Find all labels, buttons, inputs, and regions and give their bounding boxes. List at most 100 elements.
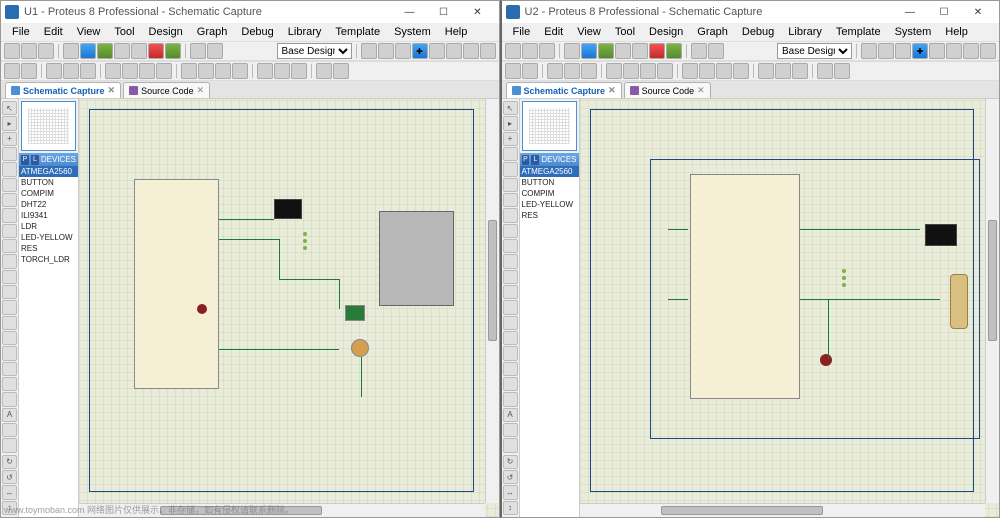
menu-system[interactable]: System xyxy=(387,25,438,39)
print-icon[interactable] xyxy=(691,43,707,59)
menu-library[interactable]: Library xyxy=(281,25,329,39)
zoom-in-icon[interactable] xyxy=(429,43,445,59)
cut-icon[interactable] xyxy=(46,63,62,79)
graph-mode-icon[interactable] xyxy=(2,239,17,253)
minimize-button[interactable]: — xyxy=(393,2,427,22)
titlebar[interactable]: U2 - Proteus 8 Professional - Schematic … xyxy=(502,1,1000,23)
subcircuit-mode-icon[interactable] xyxy=(2,193,17,207)
arc-2d-icon[interactable] xyxy=(2,377,17,391)
zoom-area-icon[interactable] xyxy=(980,43,996,59)
cut-icon[interactable] xyxy=(547,63,563,79)
origin-icon[interactable] xyxy=(395,43,411,59)
pin-mode-icon[interactable] xyxy=(503,224,518,238)
text-mode-icon[interactable] xyxy=(2,162,17,176)
text-2d-icon[interactable]: A xyxy=(503,408,518,422)
wire-auto-icon[interactable] xyxy=(758,63,774,79)
select-mode-icon[interactable]: ↖ xyxy=(2,101,17,115)
led-component[interactable] xyxy=(303,246,307,250)
oled-component[interactable] xyxy=(925,224,957,246)
path-2d-icon[interactable] xyxy=(503,392,518,406)
undo-icon[interactable] xyxy=(505,63,521,79)
device-item[interactable]: RES xyxy=(520,210,579,221)
zoom-area-icon[interactable] xyxy=(480,43,496,59)
block-rotate-icon[interactable] xyxy=(640,63,656,79)
instruments-icon[interactable] xyxy=(2,316,17,330)
rotate-ccw-icon[interactable]: ↺ xyxy=(503,470,518,484)
package-icon[interactable] xyxy=(716,63,732,79)
overview-panel[interactable] xyxy=(21,101,76,151)
3d-icon[interactable] xyxy=(114,43,130,59)
menu-edit[interactable]: Edit xyxy=(537,25,570,39)
arc-2d-icon[interactable] xyxy=(503,377,518,391)
zoom-fit-icon[interactable] xyxy=(463,43,479,59)
open-file-icon[interactable] xyxy=(522,43,538,59)
block-delete-icon[interactable] xyxy=(657,63,673,79)
pick-device-button[interactable]: P xyxy=(21,155,29,165)
make-icon[interactable] xyxy=(198,63,214,79)
property-icon[interactable] xyxy=(792,63,808,79)
rotate-ccw-icon[interactable]: ↺ xyxy=(2,470,17,484)
bom-icon[interactable] xyxy=(649,43,665,59)
minimize-button[interactable]: — xyxy=(893,2,927,22)
junction-mode-icon[interactable]: + xyxy=(2,132,17,146)
device-item[interactable]: LDR xyxy=(19,221,78,232)
mirror-v-icon[interactable]: ↕ xyxy=(2,501,17,515)
gerber-icon[interactable] xyxy=(632,43,648,59)
rotate-cw-icon[interactable]: ↻ xyxy=(2,455,17,469)
horizontal-scrollbar[interactable] xyxy=(580,503,986,517)
junction-mode-icon[interactable]: + xyxy=(503,132,518,146)
menu-edit[interactable]: Edit xyxy=(37,25,70,39)
pcb-icon[interactable] xyxy=(97,43,113,59)
menu-view[interactable]: View xyxy=(570,25,608,39)
atmega2560-component[interactable] xyxy=(690,174,800,399)
device-item[interactable]: RES xyxy=(19,243,78,254)
circle-2d-icon[interactable] xyxy=(503,362,518,376)
menu-template[interactable]: Template xyxy=(829,25,888,39)
menu-graph[interactable]: Graph xyxy=(190,25,235,39)
box-2d-icon[interactable] xyxy=(2,346,17,360)
block-rotate-icon[interactable] xyxy=(139,63,155,79)
menu-system[interactable]: System xyxy=(888,25,939,39)
graph-mode-icon[interactable] xyxy=(503,239,518,253)
led-component[interactable] xyxy=(303,239,307,243)
dht22-component[interactable] xyxy=(345,305,365,321)
maximize-button[interactable]: ☐ xyxy=(427,2,461,22)
menu-file[interactable]: File xyxy=(5,25,37,39)
menu-tool[interactable]: Tool xyxy=(107,25,141,39)
package-icon[interactable] xyxy=(215,63,231,79)
copy-icon[interactable] xyxy=(564,63,580,79)
menu-help[interactable]: Help xyxy=(938,25,975,39)
compim-component[interactable] xyxy=(950,274,968,329)
make-icon[interactable] xyxy=(699,63,715,79)
center-icon[interactable]: ✚ xyxy=(912,43,928,59)
instruments-icon[interactable] xyxy=(503,316,518,330)
led-component[interactable] xyxy=(842,283,846,287)
select-mode-icon[interactable]: ↖ xyxy=(503,101,518,115)
decompose-icon[interactable] xyxy=(232,63,248,79)
menu-help[interactable]: Help xyxy=(438,25,475,39)
label-mode-icon[interactable] xyxy=(503,147,518,161)
component-mode-icon[interactable]: ▸ xyxy=(2,116,17,130)
design-selector[interactable]: Base Design xyxy=(777,43,852,59)
vertical-scrollbar[interactable] xyxy=(985,99,999,503)
symbol-2d-icon[interactable] xyxy=(2,423,17,437)
code-icon[interactable] xyxy=(165,43,181,59)
area-icon[interactable] xyxy=(708,43,724,59)
search-icon[interactable] xyxy=(775,63,791,79)
devices-list[interactable]: ATMEGA2560 BUTTON COMPIM DHT22 ILI9341 L… xyxy=(19,166,78,517)
atmega2560-component[interactable] xyxy=(134,179,219,389)
schematic-canvas[interactable] xyxy=(79,99,499,517)
tab-close-icon[interactable]: ✕ xyxy=(608,85,616,96)
tab-close-icon[interactable]: ✕ xyxy=(108,85,116,96)
menu-view[interactable]: View xyxy=(70,25,108,39)
tab-close-icon[interactable]: ✕ xyxy=(197,85,205,96)
device-item[interactable]: ILI9341 xyxy=(19,210,78,221)
torch-ldr-component[interactable] xyxy=(351,339,369,357)
symbol-2d-icon[interactable] xyxy=(503,423,518,437)
save-icon[interactable] xyxy=(38,43,54,59)
device-item[interactable]: COMPIM xyxy=(520,188,579,199)
new-file-icon[interactable] xyxy=(4,43,20,59)
overview-panel[interactable] xyxy=(522,101,577,151)
redo-icon[interactable] xyxy=(522,63,538,79)
mirror-h-icon[interactable]: ↔ xyxy=(503,485,518,499)
